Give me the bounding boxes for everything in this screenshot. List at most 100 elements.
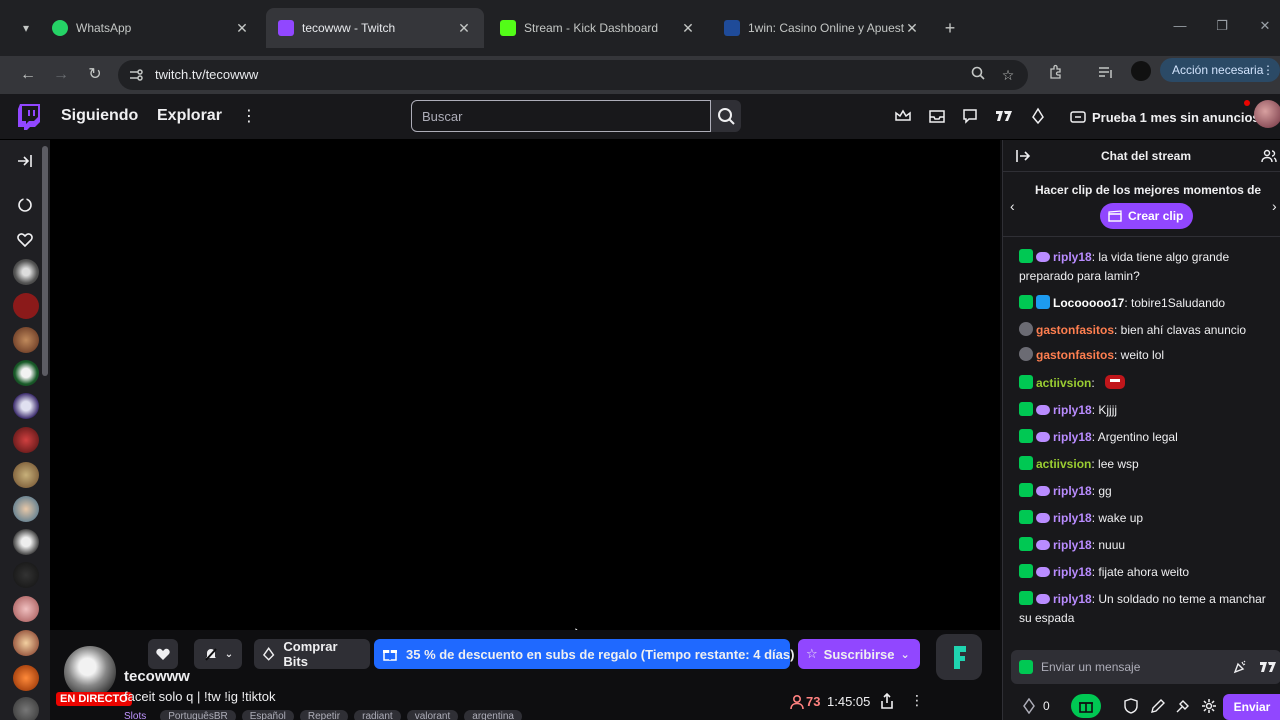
subscribe-button[interactable]: ☆ Suscribirse ⌄ [798,639,920,669]
browser-tab-1win[interactable]: 1win: Casino Online y Apuestas ✕ [712,8,932,48]
channel-points-icon[interactable] [1021,698,1037,714]
channel-avatar[interactable] [13,496,39,522]
chat-username[interactable]: gastonfasitos [1036,323,1114,337]
reload-recommendations-icon[interactable] [15,195,35,215]
search-button[interactable] [711,100,741,132]
crown-icon[interactable] [894,107,912,125]
search-input[interactable] [412,101,710,131]
address-bar[interactable]: twitch.tv/tecowww ☆ [118,60,1028,90]
chat-username[interactable]: riply18 [1053,565,1092,579]
channel-avatar[interactable] [13,327,39,353]
bits-gem-icon[interactable] [1029,107,1047,125]
tag-chip[interactable]: argentina [464,710,522,720]
close-tab-icon[interactable]: ✕ [680,20,696,37]
chat-message-input[interactable] [1041,650,1231,684]
chevron-right-icon[interactable]: › [1272,198,1277,214]
extensions-icon[interactable] [1043,62,1069,88]
close-tab-icon[interactable]: ✕ [904,20,920,37]
channel-avatar[interactable] [13,529,39,555]
media-controls-icon[interactable] [1093,62,1119,88]
chat-username[interactable]: riply18 [1053,538,1092,552]
expand-sidebar-icon[interactable] [15,151,35,171]
channel-avatar[interactable] [13,562,39,588]
video-player[interactable] [50,140,1000,645]
close-tab-icon[interactable]: ✕ [456,20,472,37]
close-tab-icon[interactable]: ✕ [234,20,250,37]
pencil-icon[interactable] [1150,698,1166,714]
kebab-menu-icon[interactable]: ⋮ [1262,58,1274,82]
close-window-icon[interactable]: ✕ [1255,18,1275,34]
chevron-left-icon[interactable]: ‹ [1010,198,1015,214]
tag-chip[interactable]: Repetir [299,710,349,720]
channel-avatar[interactable] [13,596,39,622]
notifications-button[interactable]: ⌄ [194,639,242,669]
extension-badge[interactable] [936,634,982,680]
channel-name[interactable]: tecowww [124,668,190,685]
inbox-icon[interactable] [928,107,946,125]
buy-bits-button[interactable]: Comprar Bits [254,639,370,669]
back-icon[interactable]: ← [15,62,41,88]
more-options-icon[interactable]: ⋮ [910,692,924,709]
channel-avatar[interactable] [13,293,39,319]
channel-avatar[interactable] [13,427,39,453]
chat-username[interactable]: riply18 [1053,592,1092,606]
rail-scrollbar[interactable] [42,146,48,376]
bookmark-star-icon[interactable]: ☆ [998,65,1018,85]
community-icon[interactable] [1261,148,1277,164]
shield-icon[interactable] [1123,698,1139,714]
nav-following[interactable]: Siguiendo [61,107,138,125]
chat-username[interactable]: actiivsion [1036,376,1091,390]
chat-username[interactable]: riply18 [1053,511,1092,525]
reload-icon[interactable]: ↻ [82,62,108,88]
channel-avatar[interactable] [13,462,39,488]
tag-chip[interactable]: valorant [406,710,459,720]
prime-trial-button[interactable]: Prueba 1 mes sin anuncios [1062,102,1268,132]
browser-tabstrip: ▾ WhatsApp ✕ tecowww - Twitch ✕ Stream -… [0,0,1280,56]
browser-tab-twitch[interactable]: tecowww - Twitch ✕ [266,8,484,48]
channel-avatar[interactable] [13,630,39,656]
tag-chip[interactable]: Español [241,710,294,720]
chat-username[interactable]: riply18 [1053,484,1092,498]
new-tab-icon[interactable]: + [940,18,960,38]
tag-chip[interactable]: PortuguêsBR [160,710,236,720]
forward-icon[interactable]: → [48,62,74,88]
more-options-icon[interactable]: ⋮ [241,106,257,126]
browser-profile-avatar[interactable] [1131,61,1151,81]
minimize-icon[interactable]: — [1170,18,1190,33]
tab-search-icon[interactable]: ▾ [16,18,36,38]
action-required-button[interactable]: Acción necesaria ⋮ [1160,58,1280,82]
gift-subs-promo-button[interactable]: 35 % de descuento en subs de regalo (Tie… [374,639,812,669]
whispers-icon[interactable] [961,107,979,125]
share-icon[interactable] [880,693,894,709]
follow-button[interactable] [148,639,178,669]
celebrate-icon[interactable] [1233,660,1247,674]
chat-username[interactable]: gastonfasitos [1036,348,1114,362]
chat-username[interactable]: actiivsion [1036,457,1091,471]
chat-username[interactable]: Locooooo17 [1053,296,1124,310]
channel-avatar[interactable] [13,393,39,419]
extension-7tv-icon[interactable] [995,107,1013,125]
category-link[interactable]: Slots [124,710,154,720]
send-button[interactable]: Enviar [1223,694,1280,720]
channel-avatar[interactable] [13,665,39,691]
twitch-logo-icon[interactable] [18,104,40,130]
extension-tool-icon[interactable] [1175,698,1191,714]
channel-avatar[interactable] [13,697,39,720]
channel-avatar[interactable] [13,360,39,386]
chat-username[interactable]: riply18 [1053,403,1092,417]
channel-avatar[interactable] [13,259,39,285]
tag-chip[interactable]: radiant [354,710,401,720]
emote-picker-7tv-icon[interactable] [1259,660,1277,674]
chat-username[interactable]: riply18 [1053,430,1092,444]
browser-tab-kick[interactable]: Stream - Kick Dashboard ✕ [488,8,708,48]
chat-username[interactable]: riply18 [1053,250,1092,264]
restore-icon[interactable]: ❐ [1212,18,1232,34]
zoom-icon[interactable] [968,65,988,85]
nav-browse[interactable]: Explorar [157,107,222,125]
site-info-icon[interactable] [128,67,144,83]
bonus-points-button[interactable] [1071,694,1101,718]
user-avatar[interactable] [1254,100,1280,128]
create-clip-button[interactable]: Crear clip [1100,203,1194,229]
browser-tab-whatsapp[interactable]: WhatsApp ✕ [40,8,262,48]
gear-icon[interactable] [1201,698,1217,714]
